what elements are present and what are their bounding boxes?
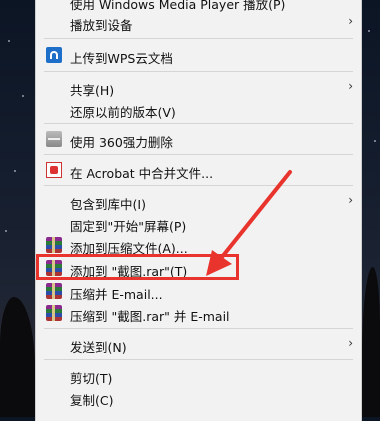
annotation-arrow <box>206 170 292 276</box>
